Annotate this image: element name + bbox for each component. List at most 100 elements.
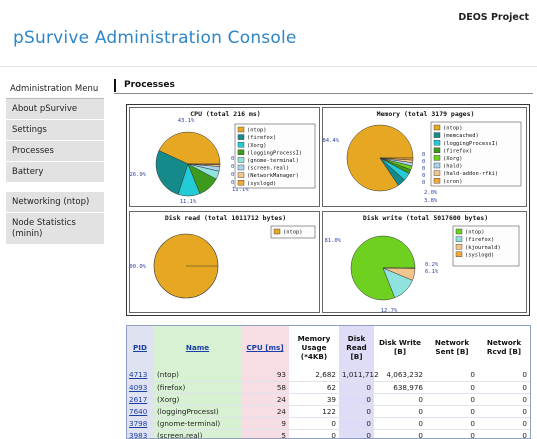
cell-net-sent: 0 (426, 417, 478, 430)
cell-pid[interactable]: 4713 (126, 369, 154, 382)
pie-data-label: 11.1% (180, 199, 197, 205)
sort-cpu-link[interactable]: CPU [ms] (246, 343, 283, 352)
sidebar-item-battery[interactable]: Battery (6, 162, 104, 183)
cell-memory: 39 (289, 393, 339, 406)
legend-label: (ntop) (443, 126, 462, 132)
cell-pid[interactable]: 7640 (126, 405, 154, 418)
cell-net-rcvd: 0 (478, 405, 530, 418)
table-row: 3983 (screen.real) 5 0 0 0 0 0 (126, 429, 530, 439)
cell-disk-write: 0 (374, 405, 426, 418)
chart-title: CPU (total 216 ms) (190, 110, 260, 118)
cell-net-rcvd: 0 (478, 381, 530, 394)
table-row: 3798 (gnome-terminal) 9 0 0 0 0 0 (126, 417, 530, 430)
cell-disk-read: 1,011,712 (339, 369, 379, 382)
sidebar-item-networking[interactable]: Networking (ntop) (6, 192, 104, 213)
cell-disk-write: 4,063,232 (374, 369, 426, 382)
cell-cpu: 58 (241, 381, 289, 394)
section-divider (114, 93, 533, 94)
table-header-row: PID Name CPU [ms] Memory Usage (*4KB) Di… (126, 325, 530, 369)
pid-link[interactable]: 3798 (129, 419, 147, 428)
col-header-net-sent: Network Sent [B] (426, 325, 478, 369)
chart-title: Disk write (total 5017600 bytes) (363, 214, 488, 222)
pid-link[interactable]: 7640 (129, 407, 147, 416)
main-content: Processes (114, 79, 534, 94)
cell-net-rcvd: 0 (478, 393, 530, 406)
cell-memory: 0 (289, 429, 339, 439)
col-header-disk-write: Disk Write [B] (374, 325, 426, 369)
legend-swatch (237, 164, 245, 171)
pid-link[interactable]: 4713 (129, 370, 147, 379)
legend-swatch (455, 236, 463, 242)
pie-data-label: 0 (231, 156, 234, 162)
process-table: PID Name CPU [ms] Memory Usage (*4KB) Di… (126, 325, 530, 439)
col-header-pid[interactable]: PID (126, 325, 154, 369)
legend-label: (ntop) (283, 230, 302, 236)
cell-net-sent: 0 (426, 405, 478, 418)
legend-label: (gnome-terminal) (247, 158, 299, 164)
legend-label: (hald) (443, 164, 462, 170)
legend-label: (screen.real) (247, 166, 289, 172)
sidebar-item-about[interactable]: About pSurvive (6, 99, 104, 120)
disk-write-chart-svg: Disk write (total 5017600 bytes) 81.0% 12.… (324, 214, 520, 312)
sort-pid-link[interactable]: PID (133, 343, 147, 352)
disk-write-chart: Disk write (total 5017600 bytes) 81.0% 12.… (322, 211, 527, 313)
col-header-name[interactable]: Name (154, 325, 241, 369)
menu-heading: Administration Menu (6, 79, 104, 99)
pie-data-label: 0 (422, 159, 425, 165)
sidebar-item-settings[interactable]: Settings (6, 120, 104, 141)
cell-name: (firefox) (154, 381, 241, 394)
table-row: 7640 (loggingProcessI) 24 122 0 0 0 0 (126, 405, 530, 418)
sidebar: Administration Menu About pSurvive Setti… (6, 79, 104, 254)
cell-name: (ntop) (154, 369, 241, 382)
legend-swatch (433, 132, 441, 138)
pie-data-label: 100.0% (130, 264, 147, 270)
legend-label: (cron) (443, 179, 462, 185)
cell-pid[interactable]: 3798 (126, 417, 154, 430)
cell-memory: 0 (289, 417, 339, 430)
cell-name: (Xorg) (154, 393, 241, 406)
cpu-chart-svg: CPU (total 216 ms)43.1%26.9%11.1%11.1%00… (130, 110, 316, 205)
cell-disk-write: 0 (374, 429, 426, 439)
memory-chart: Memory (total 3179 pages) 84.4% 0 0 0 0 0 2.0% 3… (322, 107, 527, 207)
cell-net-sent: 0 (426, 369, 478, 382)
legend-swatch (237, 172, 245, 178)
cpu-chart: CPU (total 216 ms) 43.1% 26.9% 11.1% 11.1% 0 0… (129, 107, 320, 207)
cell-name: (screen.real) (154, 429, 241, 439)
cell-pid[interactable]: 4093 (126, 381, 154, 394)
cell-pid[interactable]: 2617 (126, 393, 154, 406)
chart-title: Memory (total 3179 pages) (377, 110, 475, 118)
cell-cpu: 9 (241, 417, 289, 430)
pie-data-label: 0 (422, 173, 425, 179)
legend-label: (firefox) (465, 237, 494, 243)
cell-disk-read: 0 (339, 417, 374, 430)
legend-label: (syslogd) (465, 252, 494, 258)
pie-data-label: 0 (231, 172, 234, 178)
cell-memory: 62 (289, 381, 339, 394)
pid-link[interactable]: 3983 (129, 431, 147, 439)
col-header-cpu[interactable]: CPU [ms] (241, 325, 289, 369)
page-title: pSurvive Administration Console (13, 28, 297, 48)
brand-label: DEOS Project (458, 12, 529, 23)
pie-data-label: 6.1% (425, 269, 439, 275)
cell-name: (gnome-terminal) (154, 417, 241, 430)
menu-group-network: Networking (ntop) Node Statistics (minin… (6, 192, 104, 245)
cell-cpu: 24 (241, 405, 289, 418)
pid-link[interactable]: 4093 (129, 383, 147, 392)
legend-label: (firefox) (443, 148, 472, 154)
pie-data-label: 81.0% (324, 238, 341, 244)
sidebar-item-node-statistics[interactable]: Node Statistics (minin) (6, 213, 104, 245)
legend-swatch (237, 149, 245, 155)
legend-swatch (433, 170, 441, 176)
pid-link[interactable]: 2617 (129, 395, 147, 404)
legend-swatch (433, 140, 441, 146)
legend-label: (NetworkManager) (247, 173, 299, 179)
sort-name-link[interactable]: Name (186, 343, 209, 352)
cell-pid[interactable]: 3983 (126, 429, 154, 439)
sidebar-item-processes[interactable]: Processes (6, 141, 104, 162)
legend-label: (Xorg) (443, 156, 462, 162)
cell-cpu: 93 (241, 369, 289, 382)
cell-cpu: 24 (241, 393, 289, 406)
cell-disk-write: 638,976 (374, 381, 426, 394)
legend-label: (ntop) (465, 230, 484, 236)
pie-data-label: 0 (422, 152, 425, 158)
